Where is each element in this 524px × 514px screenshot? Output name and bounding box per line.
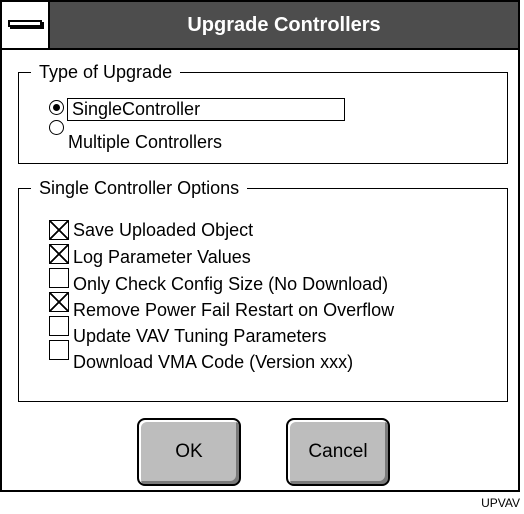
save-uploaded-object-checkbox[interactable] (49, 220, 69, 240)
system-menu-icon (8, 20, 42, 27)
remove-power-fail-restart-checkbox[interactable] (49, 292, 69, 312)
log-parameter-values-checkbox[interactable] (49, 244, 69, 264)
window-title: Upgrade Controllers (187, 14, 381, 36)
save-uploaded-object-label[interactable]: Save Uploaded Object (73, 220, 253, 241)
type-of-upgrade-legend: Type of Upgrade (39, 62, 173, 82)
update-vav-tuning-checkbox[interactable] (49, 316, 69, 336)
single-controller-options-legend: Single Controller Options (39, 178, 240, 198)
single-controller-label[interactable]: SingleController (67, 98, 345, 121)
cancel-button[interactable]: Cancel (286, 418, 390, 486)
download-vma-code-label[interactable]: Download VMA Code (Version xxx) (73, 352, 353, 373)
update-vav-tuning-label[interactable]: Update VAV Tuning Parameters (73, 326, 326, 347)
system-menu-button[interactable] (2, 2, 50, 48)
log-parameter-values-label[interactable]: Log Parameter Values (73, 247, 251, 268)
download-vma-code-checkbox[interactable] (49, 340, 69, 360)
upgrade-controllers-dialog: Upgrade Controllers Type of Upgrade Sing… (0, 0, 520, 492)
only-check-config-size-checkbox[interactable] (49, 268, 69, 288)
only-check-config-size-label[interactable]: Only Check Config Size (No Download) (73, 274, 388, 295)
figure-code: UPVAV (481, 496, 520, 510)
multiple-controllers-label[interactable]: Multiple Controllers (68, 132, 222, 153)
title-bar: Upgrade Controllers (2, 2, 518, 50)
multiple-controllers-radio[interactable] (49, 120, 64, 135)
single-controller-radio[interactable] (49, 100, 64, 115)
remove-power-fail-restart-label[interactable]: Remove Power Fail Restart on Overflow (73, 300, 394, 321)
ok-button[interactable]: OK (137, 418, 241, 486)
